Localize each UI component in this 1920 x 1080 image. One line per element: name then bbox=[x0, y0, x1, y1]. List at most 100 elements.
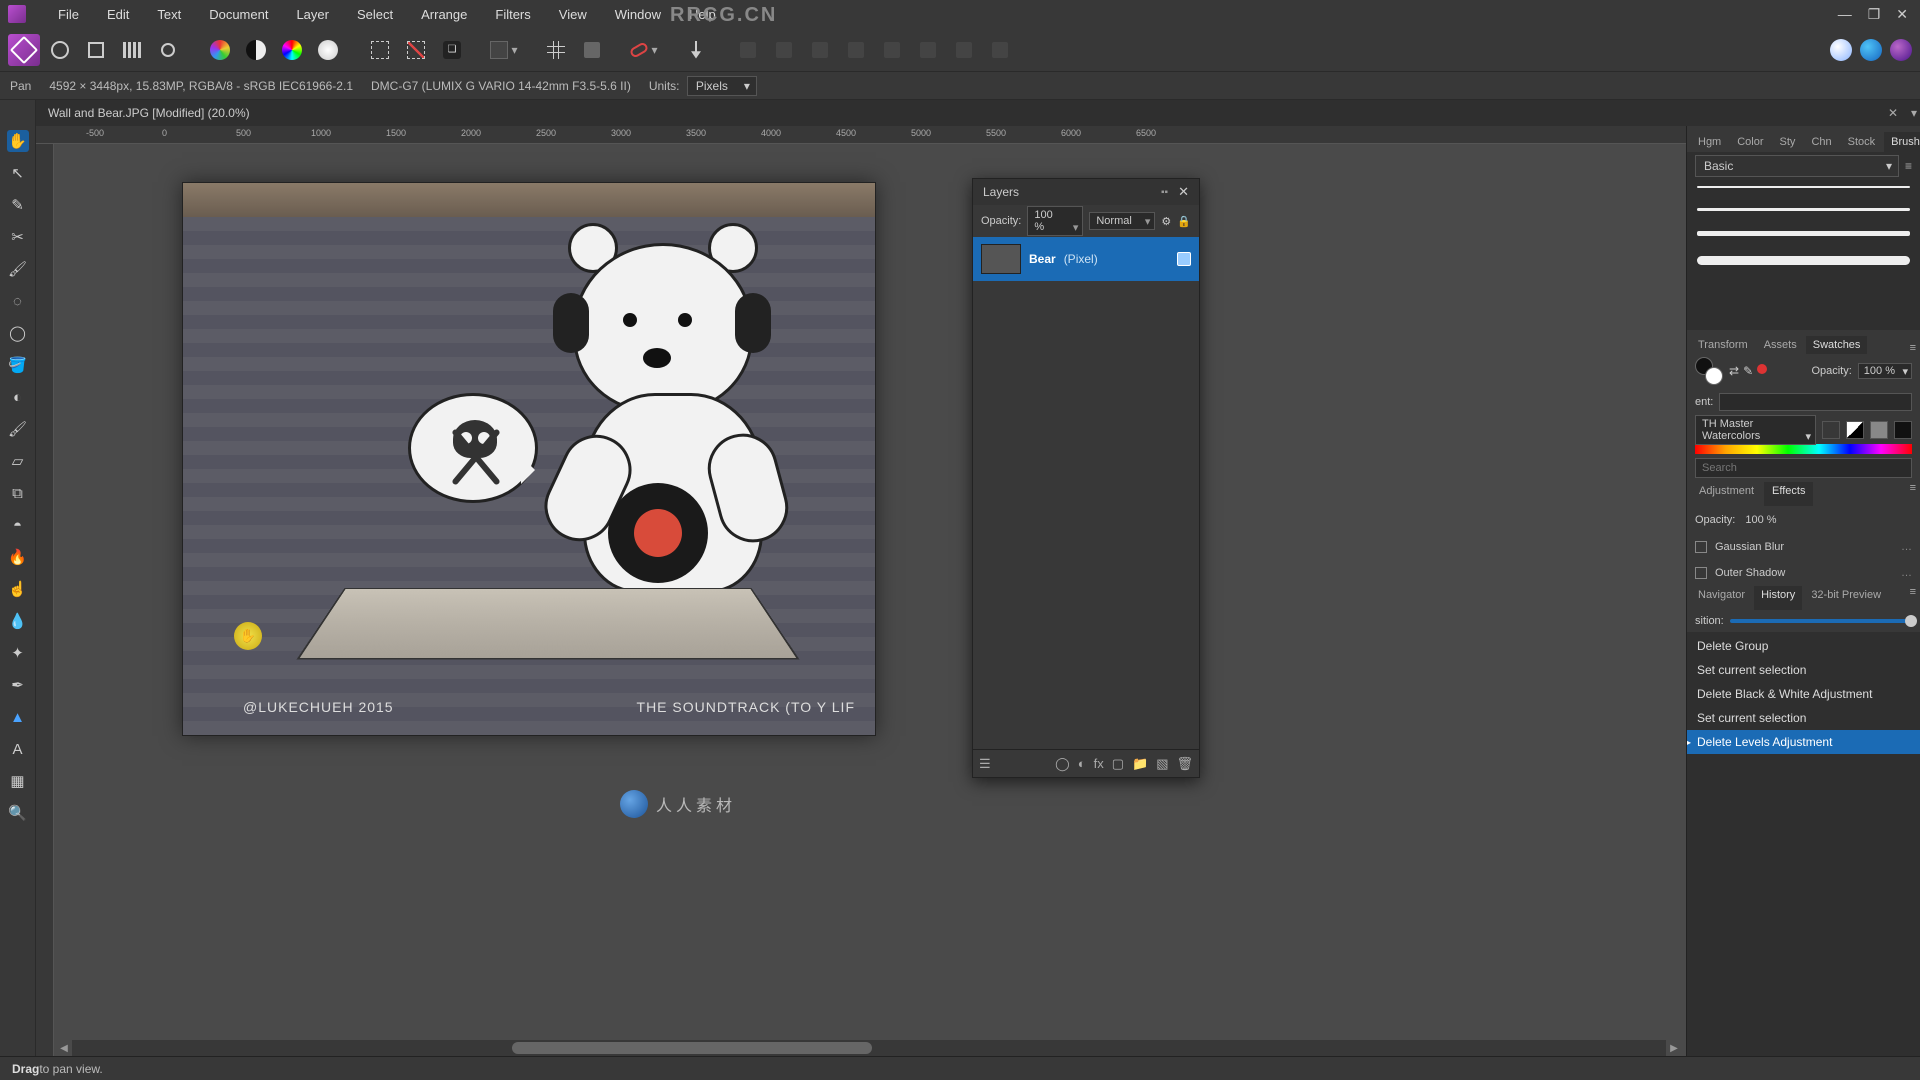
menu-text[interactable]: Text bbox=[143, 7, 195, 22]
fx-icon[interactable]: fx bbox=[1094, 756, 1104, 771]
brush-stroke-preview[interactable] bbox=[1697, 186, 1910, 188]
history-item[interactable]: Delete Group bbox=[1687, 634, 1920, 658]
palette-black-icon[interactable] bbox=[1894, 421, 1912, 439]
palette-grey-icon[interactable] bbox=[1870, 421, 1888, 439]
tab-32bit-preview[interactable]: 32-bit Preview bbox=[1804, 586, 1888, 610]
menu-edit[interactable]: Edit bbox=[93, 7, 143, 22]
view-tool[interactable]: ✋ bbox=[7, 130, 29, 152]
zoom-tool[interactable]: 🔍 bbox=[7, 802, 29, 824]
arrange-1[interactable] bbox=[732, 34, 764, 66]
units-select[interactable]: Pixels bbox=[687, 76, 757, 96]
scroll-thumb[interactable] bbox=[512, 1042, 872, 1054]
recent-colors-strip[interactable] bbox=[1719, 393, 1912, 411]
develop-persona-button[interactable] bbox=[80, 34, 112, 66]
close-icon[interactable]: ✕ bbox=[1896, 6, 1908, 23]
move-tool[interactable]: ↖ bbox=[7, 162, 29, 184]
fx-checkbox[interactable] bbox=[1695, 567, 1707, 579]
layer-settings-icon[interactable]: ⚙ bbox=[1161, 215, 1171, 228]
layer-stack-icon[interactable]: ☰ bbox=[979, 756, 991, 772]
text-tool[interactable]: A bbox=[7, 738, 29, 760]
fg-bg-colors[interactable] bbox=[1695, 357, 1723, 385]
tab-brushes[interactable]: Brushes bbox=[1884, 132, 1920, 152]
arrange-6[interactable] bbox=[912, 34, 944, 66]
menu-window[interactable]: Window bbox=[601, 7, 675, 22]
history-item[interactable]: Delete Black & White Adjustment bbox=[1687, 682, 1920, 706]
erase-tool[interactable]: ▱ bbox=[7, 450, 29, 472]
scroll-right-icon[interactable]: ▶ bbox=[1666, 1040, 1682, 1056]
tab-styles[interactable]: Sty bbox=[1773, 132, 1803, 152]
pen-tool[interactable]: ✒ bbox=[7, 674, 29, 696]
hue-strip[interactable] bbox=[1695, 444, 1912, 454]
marquee-tool[interactable]: ◌ bbox=[7, 290, 29, 312]
arrange-4[interactable] bbox=[840, 34, 872, 66]
layer-lock-icon[interactable]: 🔒 bbox=[1177, 215, 1191, 228]
blend-mode-dropdown[interactable]: Normal bbox=[1089, 212, 1155, 230]
menu-arrange[interactable]: Arrange bbox=[407, 7, 481, 22]
account-icon-3[interactable] bbox=[1890, 39, 1912, 61]
brush-preset-dropdown[interactable]: Basic bbox=[1695, 155, 1899, 177]
tab-effects[interactable]: Effects bbox=[1764, 482, 1813, 506]
selection-brush-tool[interactable]: 🖌 bbox=[7, 258, 29, 280]
paint-brush-tool[interactable]: 🖌 bbox=[7, 418, 29, 440]
arrange-3[interactable] bbox=[804, 34, 836, 66]
tab-overflow-icon[interactable]: ▾ bbox=[1908, 106, 1920, 120]
horizontal-scrollbar[interactable]: ◀ ▶ bbox=[72, 1040, 1666, 1056]
auto-colors-button[interactable] bbox=[276, 34, 308, 66]
adjustment-icon[interactable]: ◐ bbox=[1078, 756, 1086, 771]
tab-transform[interactable]: Transform bbox=[1691, 336, 1755, 354]
tab-assets[interactable]: Assets bbox=[1757, 336, 1804, 354]
history-item[interactable]: Set current selection bbox=[1687, 706, 1920, 730]
layers-body[interactable] bbox=[973, 281, 1199, 749]
arrange-5[interactable] bbox=[876, 34, 908, 66]
panel-menu-icon[interactable]: ≡ bbox=[1910, 342, 1916, 354]
layer-row[interactable]: Bear (Pixel) bbox=[973, 237, 1199, 281]
layer-visibility-checkbox[interactable] bbox=[1177, 252, 1191, 266]
invert-selection-button[interactable]: ❏ bbox=[436, 34, 468, 66]
swatch-search-input[interactable] bbox=[1695, 458, 1912, 478]
arrange-7[interactable] bbox=[948, 34, 980, 66]
history-item[interactable]: Set current selection bbox=[1687, 658, 1920, 682]
auto-contrast-button[interactable] bbox=[240, 34, 272, 66]
panel-menu-icon[interactable]: ≡ bbox=[1910, 586, 1916, 610]
palette-dropdown[interactable]: TH Master Watercolors▾ bbox=[1695, 415, 1816, 445]
mask-icon[interactable]: ◯ bbox=[1055, 756, 1070, 772]
menu-filters[interactable]: Filters bbox=[481, 7, 544, 22]
fx-checkbox[interactable] bbox=[1695, 541, 1707, 553]
snapping-button[interactable] bbox=[576, 34, 608, 66]
menu-file[interactable]: File bbox=[44, 7, 93, 22]
history-position-slider[interactable] bbox=[1730, 619, 1912, 623]
shape-tool[interactable]: ▲ bbox=[7, 706, 29, 728]
swatch-opacity-dropdown[interactable]: 100 % bbox=[1858, 363, 1912, 379]
inpainting-tool[interactable]: ✦ bbox=[7, 642, 29, 664]
burn-tool[interactable]: 🔥 bbox=[7, 546, 29, 568]
menu-document[interactable]: Document bbox=[195, 7, 282, 22]
fx-expand-icon[interactable]: … bbox=[1901, 567, 1912, 579]
dodge-tool[interactable]: ◓ bbox=[7, 514, 29, 536]
deselect-button[interactable] bbox=[400, 34, 432, 66]
brush-list[interactable] bbox=[1687, 180, 1920, 330]
clone-tool[interactable]: ⧉ bbox=[7, 482, 29, 504]
maximize-icon[interactable]: ❐ bbox=[1868, 6, 1881, 23]
tab-swatches[interactable]: Swatches bbox=[1806, 336, 1868, 354]
folder-icon[interactable]: 📁 bbox=[1132, 756, 1148, 772]
scroll-left-icon[interactable]: ◀ bbox=[56, 1040, 72, 1056]
tab-history[interactable]: History bbox=[1754, 586, 1802, 610]
auto-levels-button[interactable] bbox=[204, 34, 236, 66]
document-tab-close-icon[interactable]: ✕ bbox=[1888, 106, 1908, 120]
fx-opacity-dropdown[interactable]: 100 % bbox=[1745, 514, 1776, 526]
menu-layer[interactable]: Layer bbox=[282, 7, 343, 22]
panel-menu-icon[interactable]: ≡ bbox=[1910, 482, 1916, 506]
brush-stroke-preview[interactable] bbox=[1697, 208, 1910, 211]
tone-map-persona-button[interactable] bbox=[116, 34, 148, 66]
history-item-selected[interactable]: Delete Levels Adjustment bbox=[1687, 730, 1920, 754]
menu-view[interactable]: View bbox=[545, 7, 601, 22]
select-all-button[interactable] bbox=[364, 34, 396, 66]
color-dot-icon[interactable] bbox=[1757, 364, 1767, 374]
blur-tool[interactable]: 💧 bbox=[7, 610, 29, 632]
tab-navigator[interactable]: Navigator bbox=[1691, 586, 1752, 610]
tab-channels[interactable]: Chn bbox=[1804, 132, 1838, 152]
auto-wb-button[interactable] bbox=[312, 34, 344, 66]
assistant-button[interactable] bbox=[680, 34, 712, 66]
force-pressure-button[interactable]: ▾ bbox=[628, 34, 660, 66]
minimize-icon[interactable]: — bbox=[1838, 6, 1852, 23]
